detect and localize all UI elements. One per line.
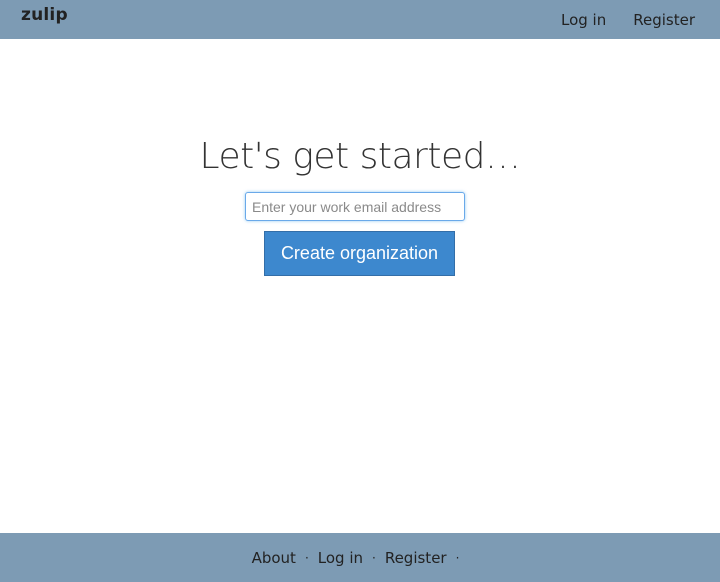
nav-login-link[interactable]: Log in xyxy=(561,11,606,29)
footer-links: About · Log in · Register · xyxy=(0,528,720,582)
footer-register-link[interactable]: Register xyxy=(385,549,447,567)
footer: About · Log in · Register · xyxy=(0,533,720,582)
top-navbar: zulip Log in Register xyxy=(0,0,720,39)
footer-login-link[interactable]: Log in xyxy=(318,549,363,567)
zulip-logo-link[interactable]: zulip xyxy=(21,5,68,25)
footer-separator: · xyxy=(304,551,309,565)
nav-register-link[interactable]: Register xyxy=(633,11,695,29)
page-title: Let's get started… xyxy=(199,136,521,177)
top-nav-links: Log in Register xyxy=(561,0,695,39)
email-input[interactable] xyxy=(245,192,465,221)
create-organization-button[interactable]: Create organization xyxy=(264,231,455,276)
page: zulip Log in Register Let's get started…… xyxy=(0,0,720,582)
footer-separator: · xyxy=(372,551,376,565)
footer-separator: · xyxy=(455,551,460,565)
footer-about-link[interactable]: About xyxy=(252,549,296,567)
